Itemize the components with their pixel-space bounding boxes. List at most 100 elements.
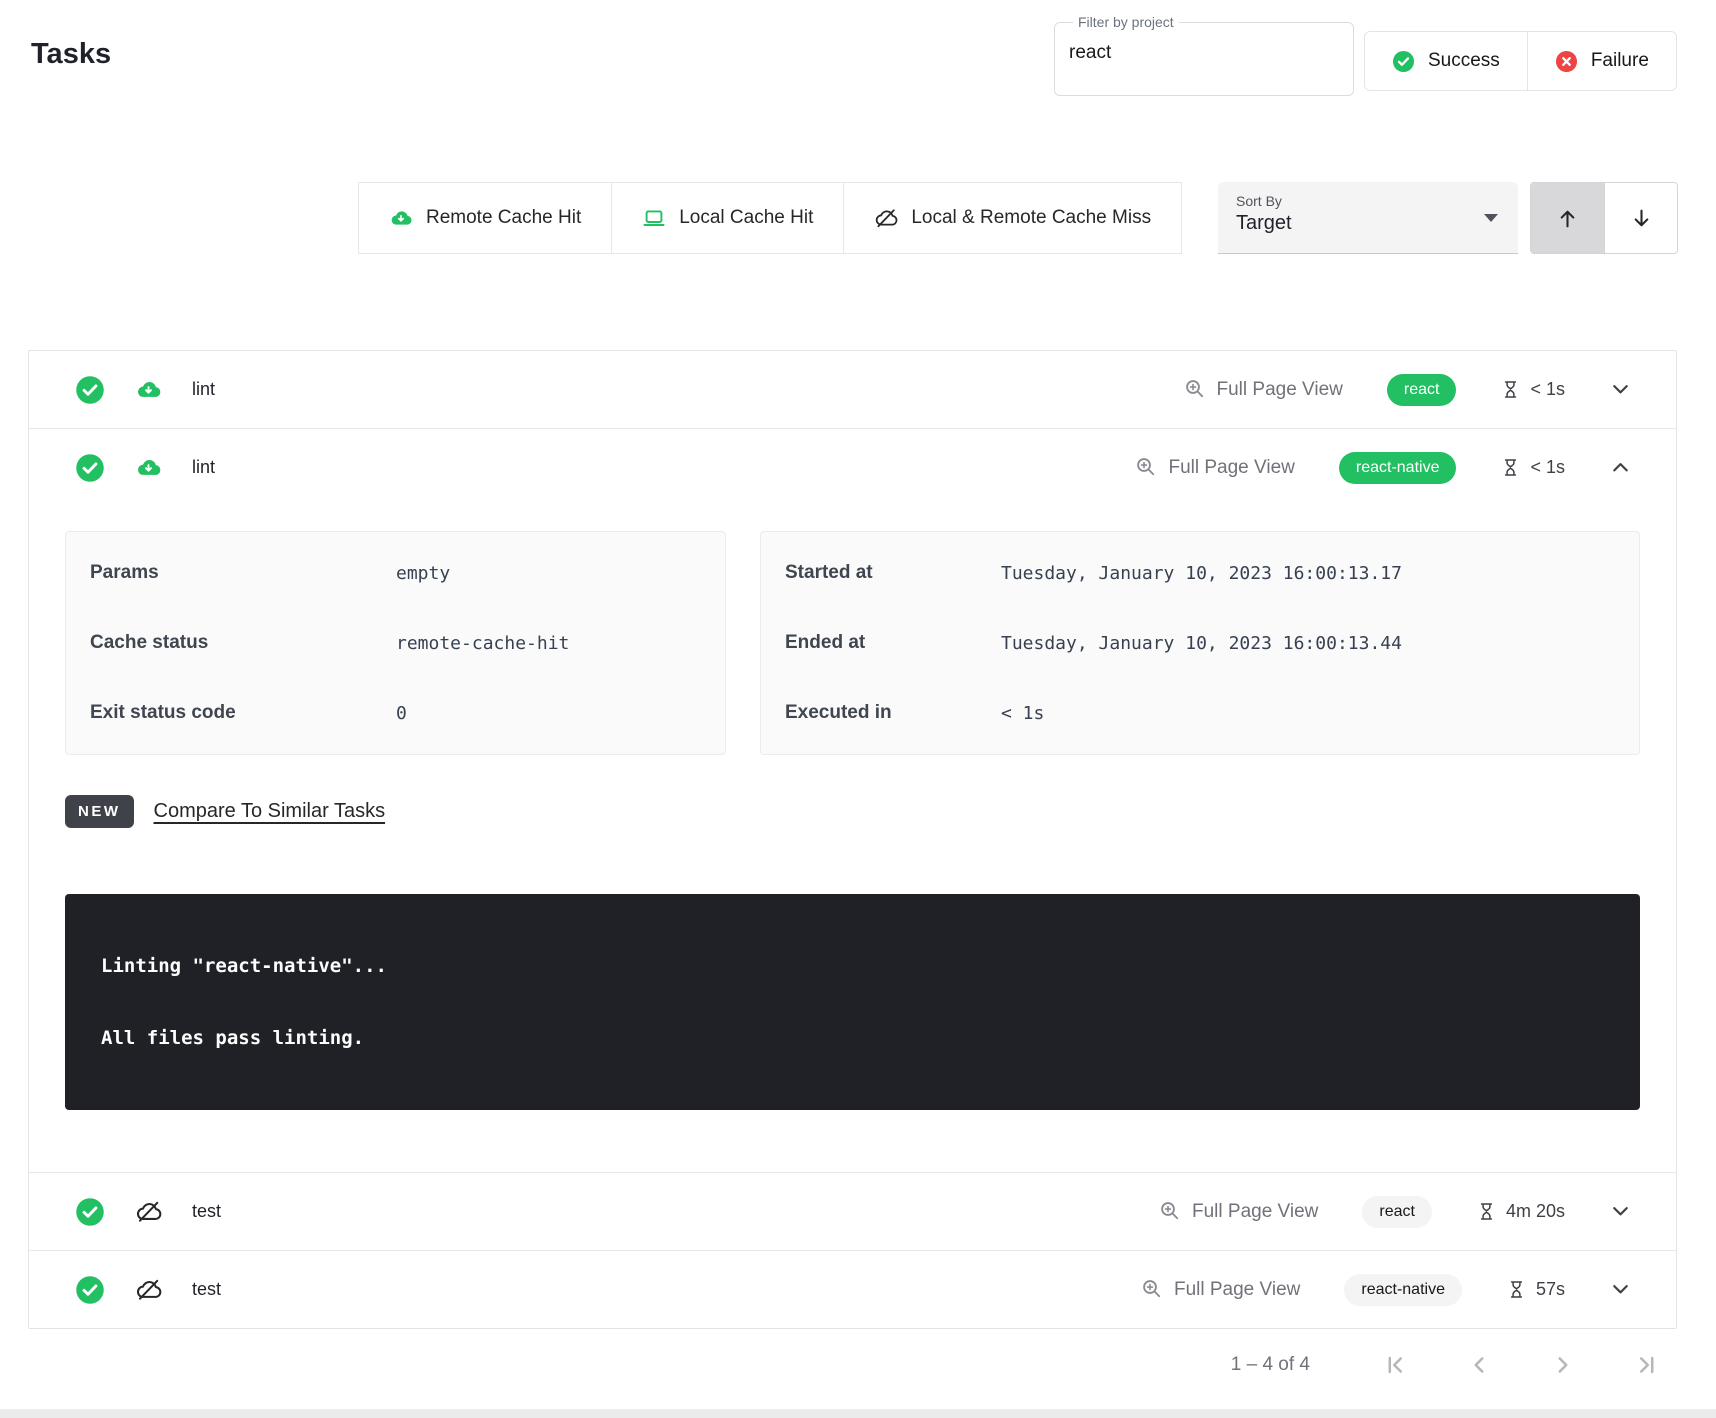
collapse-row-button[interactable]: [1609, 456, 1632, 479]
task-duration: < 1s: [1500, 378, 1565, 401]
expand-row-button[interactable]: [1609, 1200, 1632, 1223]
task-duration-value: 4m 20s: [1506, 1201, 1565, 1222]
project-pill[interactable]: react: [1362, 1196, 1432, 1228]
chevron-down-icon: [1609, 378, 1632, 401]
executed-in-label: Executed in: [785, 702, 1001, 724]
laptop-icon: [642, 206, 666, 230]
exit-code-row: Exit status code 0: [66, 678, 725, 748]
success-filter-button[interactable]: Success: [1365, 32, 1527, 90]
full-page-view-label: Full Page View: [1174, 1279, 1300, 1301]
expand-row-button[interactable]: [1609, 1278, 1632, 1301]
cache-miss-label: Local & Remote Cache Miss: [911, 207, 1151, 229]
first-page-icon: [1382, 1352, 1408, 1378]
project-pill[interactable]: react-native: [1344, 1274, 1462, 1306]
task-row-header[interactable]: test Full Page View react-native 57s: [29, 1251, 1676, 1328]
hourglass-icon: [1506, 1278, 1527, 1301]
new-badge: NEW: [65, 795, 134, 828]
project-pill[interactable]: react-native: [1339, 452, 1457, 484]
task-duration: 4m 20s: [1476, 1200, 1565, 1223]
full-page-view-label: Full Page View: [1217, 379, 1343, 401]
page-title: Tasks: [31, 38, 111, 71]
compare-tasks-row: NEW Compare To Similar Tasks: [65, 795, 1640, 828]
exit-code-value: 0: [396, 703, 701, 724]
sort-descending-button[interactable]: [1604, 183, 1677, 253]
task-target-name: lint: [192, 457, 215, 478]
success-status-icon: [75, 1197, 105, 1227]
local-cache-hit-filter-button[interactable]: Local Cache Hit: [611, 182, 844, 254]
ended-at-value: Tuesday, January 10, 2023 16:00:13.44: [1001, 633, 1615, 654]
full-page-view-link[interactable]: Full Page View: [1135, 456, 1294, 479]
task-target-name: lint: [192, 379, 215, 400]
status-filter-group: Success Failure: [1364, 31, 1677, 91]
task-row-lint-react: lint Full Page View react < 1s: [29, 351, 1676, 428]
full-page-view-label: Full Page View: [1168, 457, 1294, 479]
success-filter-label: Success: [1428, 50, 1500, 72]
cloud-slash-icon: [874, 206, 898, 230]
next-page-button[interactable]: [1550, 1352, 1576, 1378]
last-page-button[interactable]: [1634, 1352, 1660, 1378]
project-pill[interactable]: react: [1387, 374, 1457, 406]
project-filter-input[interactable]: [1069, 42, 1339, 64]
failure-x-icon: [1555, 50, 1578, 73]
task-timing-panel: Started at Tuesday, January 10, 2023 16:…: [760, 531, 1640, 755]
local-cache-hit-label: Local Cache Hit: [679, 207, 813, 229]
zoom-in-icon: [1135, 456, 1158, 479]
arrow-up-icon: [1555, 206, 1580, 231]
first-page-button[interactable]: [1382, 1352, 1408, 1378]
task-row-lint-react-native: lint Full Page View react-native < 1s: [29, 428, 1676, 1110]
params-row: Params empty: [66, 538, 725, 608]
failure-filter-label: Failure: [1591, 50, 1649, 72]
compare-to-similar-tasks-link[interactable]: Compare To Similar Tasks: [154, 800, 386, 823]
terminal-output: Linting "react-native"... All files pass…: [65, 894, 1640, 1110]
caret-down-icon: [1484, 214, 1498, 222]
task-row-test-react-native: test Full Page View react-native 57s: [29, 1250, 1676, 1328]
expand-row-button[interactable]: [1609, 378, 1632, 401]
success-status-icon: [75, 453, 105, 483]
cloud-download-icon: [389, 206, 413, 230]
remote-cache-hit-label: Remote Cache Hit: [426, 207, 581, 229]
zoom-in-icon: [1159, 1200, 1182, 1223]
started-at-value: Tuesday, January 10, 2023 16:00:13.17: [1001, 563, 1615, 584]
project-filter-field[interactable]: Filter by project: [1054, 14, 1354, 96]
remote-cache-hit-filter-button[interactable]: Remote Cache Hit: [358, 182, 612, 254]
hourglass-icon: [1500, 378, 1521, 401]
task-target-name: test: [192, 1279, 221, 1300]
task-details: Params empty Cache status remote-cache-h…: [29, 506, 1676, 755]
cache-miss-filter-button[interactable]: Local & Remote Cache Miss: [843, 182, 1182, 254]
full-page-view-link[interactable]: Full Page View: [1184, 378, 1343, 401]
full-page-view-link[interactable]: Full Page View: [1159, 1200, 1318, 1223]
project-filter-label: Filter by project: [1073, 14, 1179, 30]
cache-miss-icon: [135, 1276, 162, 1303]
bottom-scrollbar-strip: [0, 1409, 1716, 1418]
cache-status-row: Cache status remote-cache-hit: [66, 608, 725, 678]
task-row-header[interactable]: lint Full Page View react-native < 1s: [29, 429, 1676, 506]
sort-by-select[interactable]: Sort By Target: [1218, 182, 1518, 254]
chevron-down-icon: [1609, 1200, 1632, 1223]
arrow-down-icon: [1629, 206, 1654, 231]
task-meta-panel: Params empty Cache status remote-cache-h…: [65, 531, 726, 755]
started-at-row: Started at Tuesday, January 10, 2023 16:…: [761, 538, 1639, 608]
chevron-down-icon: [1609, 1278, 1632, 1301]
sort-ascending-button[interactable]: [1531, 183, 1604, 253]
params-value: empty: [396, 563, 701, 584]
sort-direction-group: [1530, 182, 1678, 254]
previous-page-button[interactable]: [1466, 1352, 1492, 1378]
last-page-icon: [1634, 1352, 1660, 1378]
failure-filter-button[interactable]: Failure: [1527, 32, 1676, 90]
full-page-view-link[interactable]: Full Page View: [1141, 1278, 1300, 1301]
cache-status-label: Cache status: [90, 632, 396, 654]
sort-by-label: Sort By: [1236, 193, 1500, 209]
cache-filter-group: Remote Cache Hit Local Cache Hit Local &…: [358, 182, 1182, 254]
started-at-label: Started at: [785, 562, 1001, 584]
zoom-in-icon: [1141, 1278, 1164, 1301]
success-status-icon: [75, 375, 105, 405]
cache-miss-icon: [135, 1198, 162, 1225]
executed-in-value: < 1s: [1001, 703, 1615, 724]
task-row-header[interactable]: lint Full Page View react < 1s: [29, 351, 1676, 428]
task-duration: 57s: [1506, 1278, 1565, 1301]
task-row-header[interactable]: test Full Page View react 4m 20s: [29, 1173, 1676, 1250]
chevron-left-icon: [1466, 1352, 1492, 1378]
chevron-up-icon: [1609, 456, 1632, 479]
task-row-test-react: test Full Page View react 4m 20s: [29, 1172, 1676, 1250]
params-label: Params: [90, 562, 396, 584]
